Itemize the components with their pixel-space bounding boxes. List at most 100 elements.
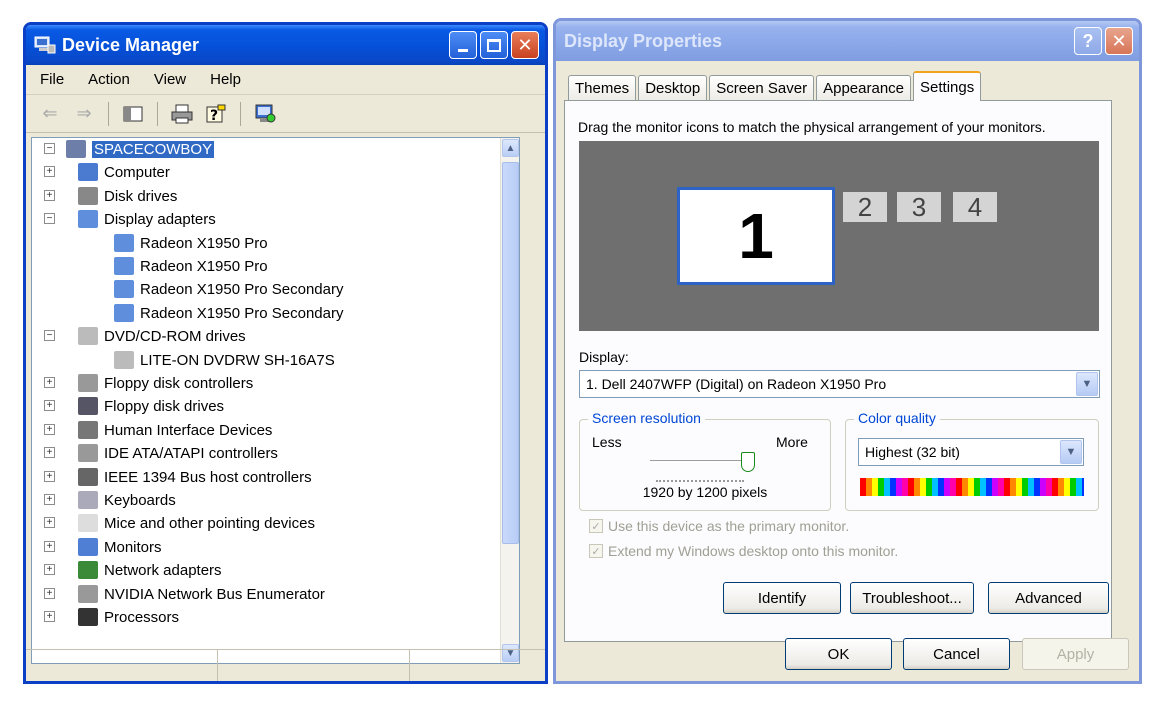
expand-icon[interactable]: + [44, 424, 55, 435]
cdrom-icon [114, 351, 134, 369]
color-quality-select[interactable]: Highest (32 bit) ▼ [858, 438, 1084, 466]
question-mark-icon: ? [1082, 30, 1094, 51]
resolution-less-label: Less [592, 434, 622, 450]
chevron-down-icon[interactable]: ▼ [1076, 372, 1098, 396]
tree-category-item[interactable]: + Keyboards [44, 489, 176, 511]
tree-root[interactable]: − SPACECOWBOY [44, 138, 215, 160]
computer-icon [78, 163, 98, 181]
expand-icon[interactable]: + [44, 564, 55, 575]
checkbox-checked-icon: ✓ [589, 544, 603, 558]
apply-button[interactable]: Apply [1022, 638, 1129, 670]
resolution-slider-thumb[interactable] [741, 452, 755, 472]
tree-category-item[interactable]: + IEEE 1394 Bus host controllers [44, 466, 312, 488]
tab-settings[interactable]: Settings [913, 71, 982, 101]
close-button[interactable]: ✕ [511, 31, 539, 59]
tree-item-label: Radeon X1950 Pro Secondary [140, 280, 344, 298]
tree-category-item[interactable]: + Network adapters [44, 559, 222, 581]
maximize-button[interactable] [480, 31, 508, 59]
tree-category-item[interactable]: + IDE ATA/ATAPI controllers [44, 442, 278, 464]
tree-category-item[interactable]: + Computer [44, 161, 170, 183]
vertical-scrollbar[interactable]: ▲ ▼ [500, 138, 519, 663]
identify-button[interactable]: Identify [723, 582, 841, 614]
scroll-thumb[interactable] [502, 162, 519, 544]
display-adapter-icon [114, 257, 134, 275]
scan-hardware-changes-button[interactable] [251, 101, 279, 127]
tree-category-item[interactable]: + Processors [44, 606, 179, 628]
expand-icon[interactable]: + [44, 588, 55, 599]
tree-category-item[interactable]: − Display adapters [44, 208, 216, 230]
expand-icon[interactable]: + [44, 447, 55, 458]
tree-child-item[interactable]: Radeon X1950 Pro Secondary [102, 278, 343, 300]
forward-button[interactable]: ⇒ [70, 101, 98, 127]
tree-category-item[interactable]: + Human Interface Devices [44, 419, 272, 441]
ok-button[interactable]: OK [785, 638, 892, 670]
display-properties-titlebar[interactable]: Display Properties ? ✕ [556, 21, 1139, 61]
collapse-icon[interactable]: − [44, 213, 55, 224]
tree-child-item[interactable]: Radeon X1950 Pro [102, 232, 268, 254]
tree-item-label: LITE-ON DVDRW SH-16A7S [140, 351, 335, 369]
mouse-icon [78, 514, 98, 532]
scroll-up-button[interactable]: ▲ [502, 139, 519, 157]
monitor-3[interactable]: 3 [897, 192, 941, 222]
expand-icon[interactable]: + [44, 166, 55, 177]
tree-category-item[interactable]: + Floppy disk drives [44, 395, 224, 417]
show-hide-console-tree-button[interactable] [119, 101, 147, 127]
help-button[interactable]: ? [202, 101, 230, 127]
tab-desktop[interactable]: Desktop [638, 75, 708, 101]
tab-appearance[interactable]: Appearance [816, 75, 912, 101]
extend-desktop-checkbox[interactable]: ✓ Extend my Windows desktop onto this mo… [589, 543, 898, 559]
tab-themes[interactable]: Themes [568, 75, 637, 101]
expand-icon[interactable]: + [44, 541, 55, 552]
print-button[interactable] [168, 101, 196, 127]
menu-help[interactable]: Help [210, 71, 241, 88]
expand-icon[interactable]: + [44, 377, 55, 388]
expand-icon[interactable]: + [44, 611, 55, 622]
resolution-slider-track[interactable] [650, 460, 748, 463]
monitor-4[interactable]: 4 [953, 192, 997, 222]
tree-category-item[interactable]: + Mice and other pointing devices [44, 512, 315, 534]
tree-item-label: DVD/CD-ROM drives [104, 327, 246, 345]
display-select[interactable]: 1. Dell 2407WFP (Digital) on Radeon X195… [579, 370, 1100, 398]
monitor-1[interactable]: 1 [677, 187, 835, 285]
troubleshoot-button[interactable]: Troubleshoot... [850, 582, 974, 614]
chevron-down-icon[interactable]: ▼ [1060, 440, 1082, 464]
help-button[interactable]: ? [1074, 27, 1102, 55]
cancel-button[interactable]: Cancel [903, 638, 1010, 670]
color-quality-value: Highest (32 bit) [865, 444, 960, 460]
tree-child-item[interactable]: Radeon X1950 Pro Secondary [102, 302, 343, 324]
tree-category-item[interactable]: + Disk drives [44, 185, 177, 207]
menu-action[interactable]: Action [88, 71, 130, 88]
color-quality-group: Color quality Highest (32 bit) ▼ [845, 410, 1099, 511]
device-manager-titlebar[interactable]: Device Manager ✕ [26, 25, 545, 65]
close-icon: ✕ [517, 34, 533, 55]
menu-file[interactable]: File [40, 71, 64, 88]
menu-view[interactable]: View [154, 71, 186, 88]
screen-resolution-title: Screen resolution [588, 410, 705, 426]
display-adapter-icon [114, 304, 134, 322]
controller-icon [78, 444, 98, 462]
tree-category-item[interactable]: − DVD/CD-ROM drives [44, 325, 246, 347]
tree-category-item[interactable]: + NVIDIA Network Bus Enumerator [44, 583, 325, 605]
close-button[interactable]: ✕ [1105, 27, 1133, 55]
expand-icon[interactable]: + [44, 400, 55, 411]
firewire-icon [78, 468, 98, 486]
collapse-icon[interactable]: − [44, 330, 55, 341]
tree-child-item[interactable]: LITE-ON DVDRW SH-16A7S [102, 349, 335, 371]
tree-category-item[interactable]: + Monitors [44, 536, 162, 558]
back-button[interactable]: ⇐ [36, 101, 64, 127]
expand-icon[interactable]: + [44, 190, 55, 201]
expand-icon[interactable]: + [44, 494, 55, 505]
primary-monitor-checkbox[interactable]: ✓ Use this device as the primary monitor… [589, 518, 849, 534]
resolution-value: 1920 by 1200 pixels [642, 484, 768, 500]
expand-icon[interactable]: + [44, 471, 55, 482]
tab-screen-saver[interactable]: Screen Saver [709, 75, 815, 101]
monitor-2[interactable]: 2 [843, 192, 887, 222]
tree-item-label: IDE ATA/ATAPI controllers [104, 444, 278, 462]
tree-category-item[interactable]: + Floppy disk controllers [44, 372, 253, 394]
advanced-button[interactable]: Advanced [988, 582, 1109, 614]
collapse-icon[interactable]: − [44, 143, 55, 154]
tree-child-item[interactable]: Radeon X1950 Pro [102, 255, 268, 277]
tree-item-label: Radeon X1950 Pro [140, 234, 268, 252]
minimize-button[interactable] [449, 31, 477, 59]
expand-icon[interactable]: + [44, 517, 55, 528]
